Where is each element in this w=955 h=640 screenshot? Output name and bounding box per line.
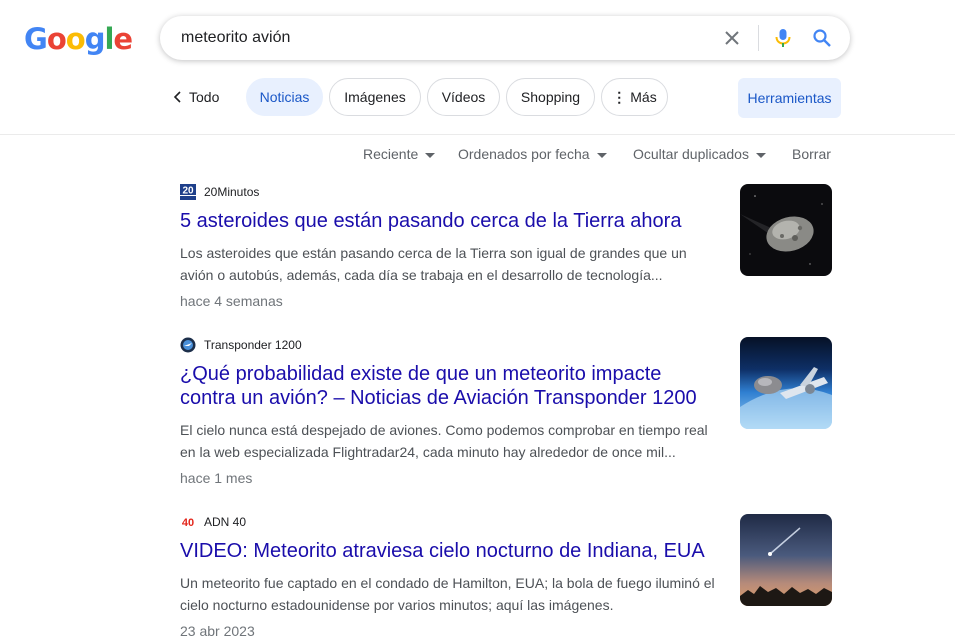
news-result: Transponder 1200 ¿Qué probabilidad exist… [180, 337, 832, 486]
close-icon[interactable] [723, 29, 741, 47]
source-name: ADN 40 [204, 515, 247, 529]
source-name: 20Minutos [204, 185, 260, 199]
result-age: hace 1 mes [180, 470, 253, 486]
result-title-link[interactable]: VIDEO: Meteorito atraviesa cielo nocturn… [180, 539, 720, 563]
result-age: 23 abr 2023 [180, 623, 255, 639]
result-snippet: Un meteorito fue captado en el condado d… [180, 575, 715, 613]
tab-more-label: Más [630, 89, 657, 105]
airplane-space-image[interactable] [740, 337, 832, 429]
tab-videos[interactable]: Vídeos [427, 78, 500, 116]
svg-text:40: 40 [182, 517, 194, 529]
tab-all-label: Todo [189, 89, 220, 105]
result-snippet: Los asteroides que están pasando cerca d… [180, 245, 687, 283]
result-source[interactable]: Transponder 1200 [180, 337, 832, 355]
result-source[interactable]: 20 20Minutos [180, 184, 832, 202]
news-result: 20 20Minutos 5 asteroides que están pasa… [180, 184, 832, 309]
svg-text:20: 20 [182, 186, 194, 197]
sort-filter-label: Ordenados por fecha [458, 146, 590, 162]
search-icon[interactable] [812, 28, 832, 48]
clear-filters-button[interactable]: Borrar [792, 146, 831, 162]
tab-news[interactable]: Noticias [246, 78, 323, 116]
source-name: Transponder 1200 [204, 338, 302, 352]
sort-filter[interactable]: Ordenados por fecha [458, 146, 607, 162]
tab-all[interactable]: Todo [173, 78, 219, 116]
result-snippet: El cielo nunca está despejado de aviones… [180, 422, 708, 460]
tools-button[interactable]: Herramientas [738, 78, 841, 118]
night-sky-meteor-image[interactable] [740, 514, 832, 606]
search-tabs: Todo Noticias Imágenes Vídeos Shopping ⋮… [0, 78, 955, 118]
chevron-left-icon [173, 91, 181, 103]
result-title-link[interactable]: ¿Qué probabilidad existe de que un meteo… [180, 362, 720, 410]
transponder-favicon-icon [180, 337, 196, 353]
tab-shopping[interactable]: Shopping [506, 78, 595, 116]
result-age: hace 4 semanas [180, 293, 283, 309]
caret-down-icon [596, 152, 607, 158]
tab-images[interactable]: Imágenes [329, 78, 421, 116]
search-input[interactable]: meteorito avión [181, 29, 290, 47]
caret-down-icon [755, 152, 766, 158]
asteroid-image[interactable] [740, 184, 832, 276]
google-logo[interactable]: Google [24, 22, 133, 56]
result-title-link[interactable]: 5 asteroides que están pasando cerca de … [180, 209, 720, 233]
result-source[interactable]: 40 ADN 40 [180, 514, 832, 532]
caret-down-icon [425, 152, 436, 158]
20minutos-favicon-icon: 20 [180, 184, 196, 200]
search-box[interactable]: meteorito avión [160, 16, 850, 60]
filter-bar: Reciente Ordenados por fecha Ocultar dup… [0, 146, 955, 166]
microphone-icon[interactable] [772, 27, 794, 49]
recent-filter[interactable]: Reciente [363, 146, 436, 162]
duplicates-filter-label: Ocultar duplicados [633, 146, 749, 162]
duplicates-filter[interactable]: Ocultar duplicados [633, 146, 766, 162]
search-divider [758, 25, 759, 51]
news-result: 40 ADN 40 VIDEO: Meteorito atraviesa cie… [180, 514, 832, 639]
tab-more[interactable]: ⋮ Más [601, 78, 668, 116]
header-divider [0, 134, 955, 135]
more-vert-icon: ⋮ [612, 89, 627, 105]
adn40-favicon-icon: 40 [182, 517, 194, 529]
recent-filter-label: Reciente [363, 146, 419, 162]
